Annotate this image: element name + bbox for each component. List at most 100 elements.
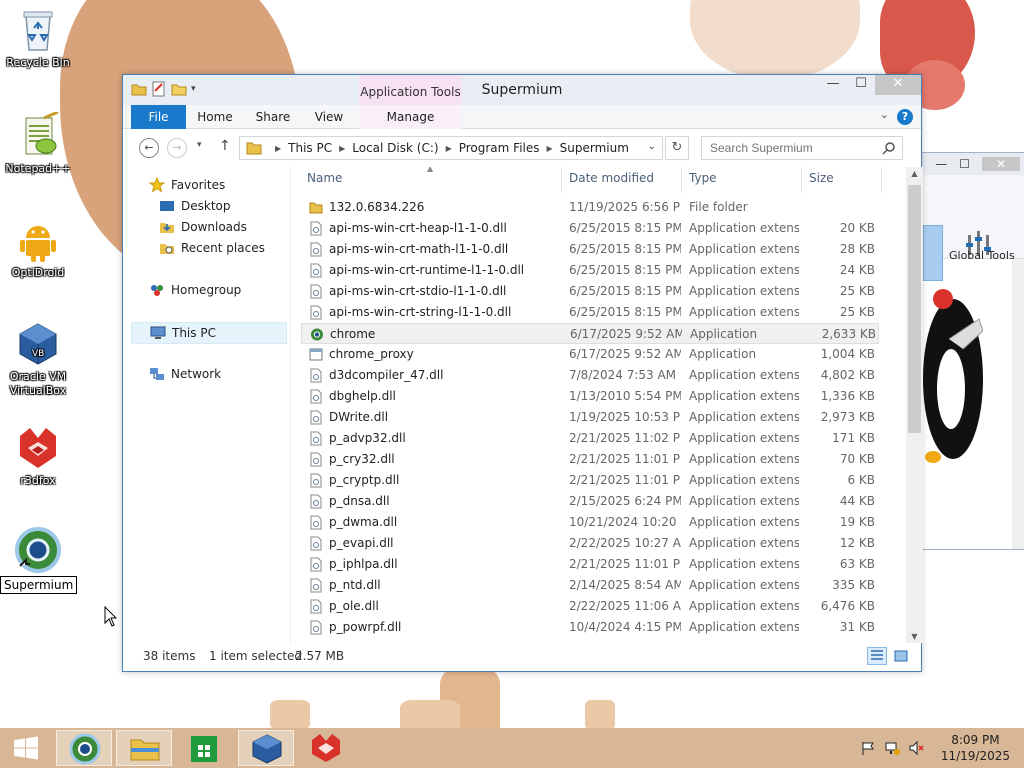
nav-desktop[interactable]: Desktop [159, 198, 231, 214]
file-row[interactable]: api-ms-win-crt-stdio-l1-1-0.dll 6/25/2015… [301, 281, 879, 302]
search-icon[interactable] [882, 141, 896, 155]
tab-view[interactable]: View [307, 105, 351, 129]
action-center-flag-icon[interactable] [860, 740, 876, 756]
scroll-down-icon[interactable]: ▼ [906, 632, 923, 641]
breadcrumb-program-files[interactable]: Program Files [459, 141, 540, 155]
tab-share[interactable]: Share [249, 105, 297, 129]
address-dropdown-icon[interactable]: ⌄ [648, 141, 656, 152]
windows-logo-icon [14, 736, 38, 760]
nav-recent-places[interactable]: Recent places [159, 240, 265, 256]
desktop-icon-recycle-bin[interactable]: Recycle Bin [0, 6, 76, 70]
file-list-scrollbar[interactable]: ▲ ▼ [906, 167, 923, 643]
nav-label: Downloads [181, 220, 247, 234]
tab-file[interactable]: File [131, 105, 186, 129]
scrollbar-thumb[interactable] [908, 185, 921, 433]
desktop-icon-supermium[interactable]: Supermium [0, 526, 78, 594]
taskbar-virtualbox[interactable] [238, 730, 294, 766]
file-row[interactable]: p_dnsa.dll 2/15/2025 6:24 PM Application e… [301, 491, 879, 512]
file-row[interactable]: 132.0.6834.226 11/19/2025 6:56 PM File fol… [301, 197, 879, 218]
network-status-icon[interactable] [884, 740, 900, 756]
breadcrumb-separator-icon[interactable]: ▶ [275, 144, 281, 153]
breadcrumb-separator-icon[interactable]: ▶ [446, 144, 452, 153]
maximize-icon[interactable]: ☐ [959, 157, 970, 171]
tab-home[interactable]: Home [189, 105, 241, 129]
nav-downloads[interactable]: Downloads [159, 219, 247, 235]
file-row[interactable]: chrome_proxy 6/17/2025 9:52 AM Application… [301, 344, 879, 365]
file-row[interactable]: p_cryptp.dll 2/21/2025 11:01 PM Applicatio… [301, 470, 879, 491]
customize-qat-icon[interactable]: ▾ [191, 84, 196, 94]
scroll-up-icon[interactable]: ▲ [906, 169, 923, 178]
clock[interactable]: 8:09 PM 11/19/2025 [941, 732, 1010, 764]
file-row[interactable]: p_ole.dll 2/22/2025 11:06 AM Application e… [301, 596, 879, 617]
search-box[interactable] [701, 136, 903, 160]
column-header-size[interactable]: Size [809, 171, 834, 185]
file-row[interactable]: DWrite.dll 1/19/2025 10:53 PM Application … [301, 407, 879, 428]
window-titlebar[interactable]: ▾ Application Tools Supermium — ☐ ✕ [123, 75, 921, 105]
breadcrumb-separator-icon[interactable]: ▶ [339, 144, 345, 153]
rename-field[interactable]: Supermium [0, 576, 78, 594]
file-row[interactable]: d3dcompiler_47.dll 7/8/2024 7:53 AM Applic… [301, 365, 879, 386]
column-header-type[interactable]: Type [689, 171, 717, 185]
close-button[interactable]: ✕ [875, 75, 921, 95]
breadcrumb-supermium[interactable]: Supermium [560, 141, 629, 155]
up-button[interactable]: ↑ [219, 138, 231, 154]
large-icons-view-button[interactable] [891, 647, 911, 665]
taskbar-store[interactable] [176, 730, 232, 766]
nav-network[interactable]: Network [149, 366, 221, 382]
file-row[interactable]: p_dwma.dll 10/21/2024 10:20 ... Applicatio… [301, 512, 879, 533]
help-icon[interactable]: ? [897, 109, 913, 125]
address-bar[interactable]: ▶ This PC ▶ Local Disk (C:) ▶ Program Fi… [239, 136, 663, 160]
breadcrumb-this-pc[interactable]: This PC [288, 141, 332, 155]
file-row[interactable]: p_ntd.dll 2/14/2025 8:54 AM Application ex… [301, 575, 879, 596]
file-row[interactable]: p_powrpf.dll 10/4/2024 4:15 PM Application… [301, 617, 879, 638]
dll-file-icon [310, 557, 322, 572]
details-view-button[interactable] [867, 647, 887, 665]
column-header-date[interactable]: Date modified [569, 171, 654, 185]
file-row[interactable]: p_evapi.dll 2/22/2025 10:27 AM Application… [301, 533, 879, 554]
file-row[interactable]: dbghelp.dll 1/13/2010 5:54 PM Application … [301, 386, 879, 407]
file-row[interactable]: api-ms-win-crt-heap-l1-1-0.dll 6/25/2015 … [301, 218, 879, 239]
minimize-button[interactable]: — [819, 75, 847, 95]
breadcrumb-separator-icon[interactable]: ▶ [547, 144, 553, 153]
desktop-icon-optidroid[interactable]: OptiDroid [0, 216, 76, 280]
file-row[interactable]: p_advp32.dll 2/21/2025 11:02 PM Applicatio… [301, 428, 879, 449]
nav-homegroup[interactable]: Homegroup [149, 282, 241, 298]
refresh-button[interactable]: ↻ [665, 136, 689, 160]
desktop-icon-r3dfox[interactable]: r3dfox [0, 424, 76, 488]
search-input[interactable] [702, 137, 872, 159]
properties-icon[interactable] [151, 81, 167, 97]
android-icon [14, 216, 62, 264]
taskbar-supermium[interactable] [56, 730, 112, 766]
folder-icon[interactable] [131, 81, 147, 97]
tab-manage[interactable]: Manage [359, 105, 462, 129]
back-button[interactable]: ← [139, 138, 159, 158]
details-view-icon [871, 650, 883, 660]
close-icon[interactable]: ✕ [982, 157, 1020, 171]
column-header-name[interactable]: Name [307, 171, 342, 185]
recent-locations-icon[interactable]: ▾ [197, 140, 202, 150]
expand-ribbon-icon[interactable]: ⌄ [880, 108, 889, 121]
maximize-button[interactable]: ☐ [847, 75, 875, 95]
desktop-icon-notepad-plus-plus[interactable]: Notepad++ [0, 110, 76, 176]
taskbar-file-explorer[interactable] [116, 730, 172, 766]
start-button[interactable] [4, 732, 48, 764]
minimize-icon[interactable]: — [935, 157, 947, 171]
nav-this-pc[interactable]: This PC [131, 322, 287, 344]
taskbar-r3dfox[interactable] [298, 730, 354, 766]
forward-button[interactable]: → [167, 138, 187, 158]
nav-favorites[interactable]: Favorites [149, 177, 225, 193]
file-row[interactable]: p_iphlpa.dll 2/21/2025 11:01 PM Applicatio… [301, 554, 879, 575]
desktop-icon-virtualbox[interactable]: VB Oracle VM VirtualBox [0, 320, 76, 398]
background-window-scrollbar[interactable] [1012, 259, 1024, 549]
file-row[interactable]: api-ms-win-crt-string-l1-1-0.dll 6/25/201… [301, 302, 879, 323]
file-row[interactable]: api-ms-win-crt-math-l1-1-0.dll 6/25/2015 … [301, 239, 879, 260]
volume-muted-icon[interactable] [908, 740, 924, 756]
breadcrumb-local-disk[interactable]: Local Disk (C:) [352, 141, 438, 155]
global-tools-button[interactable]: Global Tools [949, 249, 1015, 262]
new-folder-icon[interactable] [171, 81, 187, 97]
file-row[interactable]: p_cry32.dll 2/21/2025 11:01 PM Application… [301, 449, 879, 470]
background-window[interactable]: — ☐ ✕ Global Tools [920, 152, 1024, 550]
nav-label: Recent places [181, 241, 265, 255]
file-row[interactable]: api-ms-win-crt-runtime-l1-1-0.dll 6/25/20… [301, 260, 879, 281]
file-row[interactable]: chrome 6/17/2025 9:52 AM Application 2,633 … [301, 323, 879, 344]
